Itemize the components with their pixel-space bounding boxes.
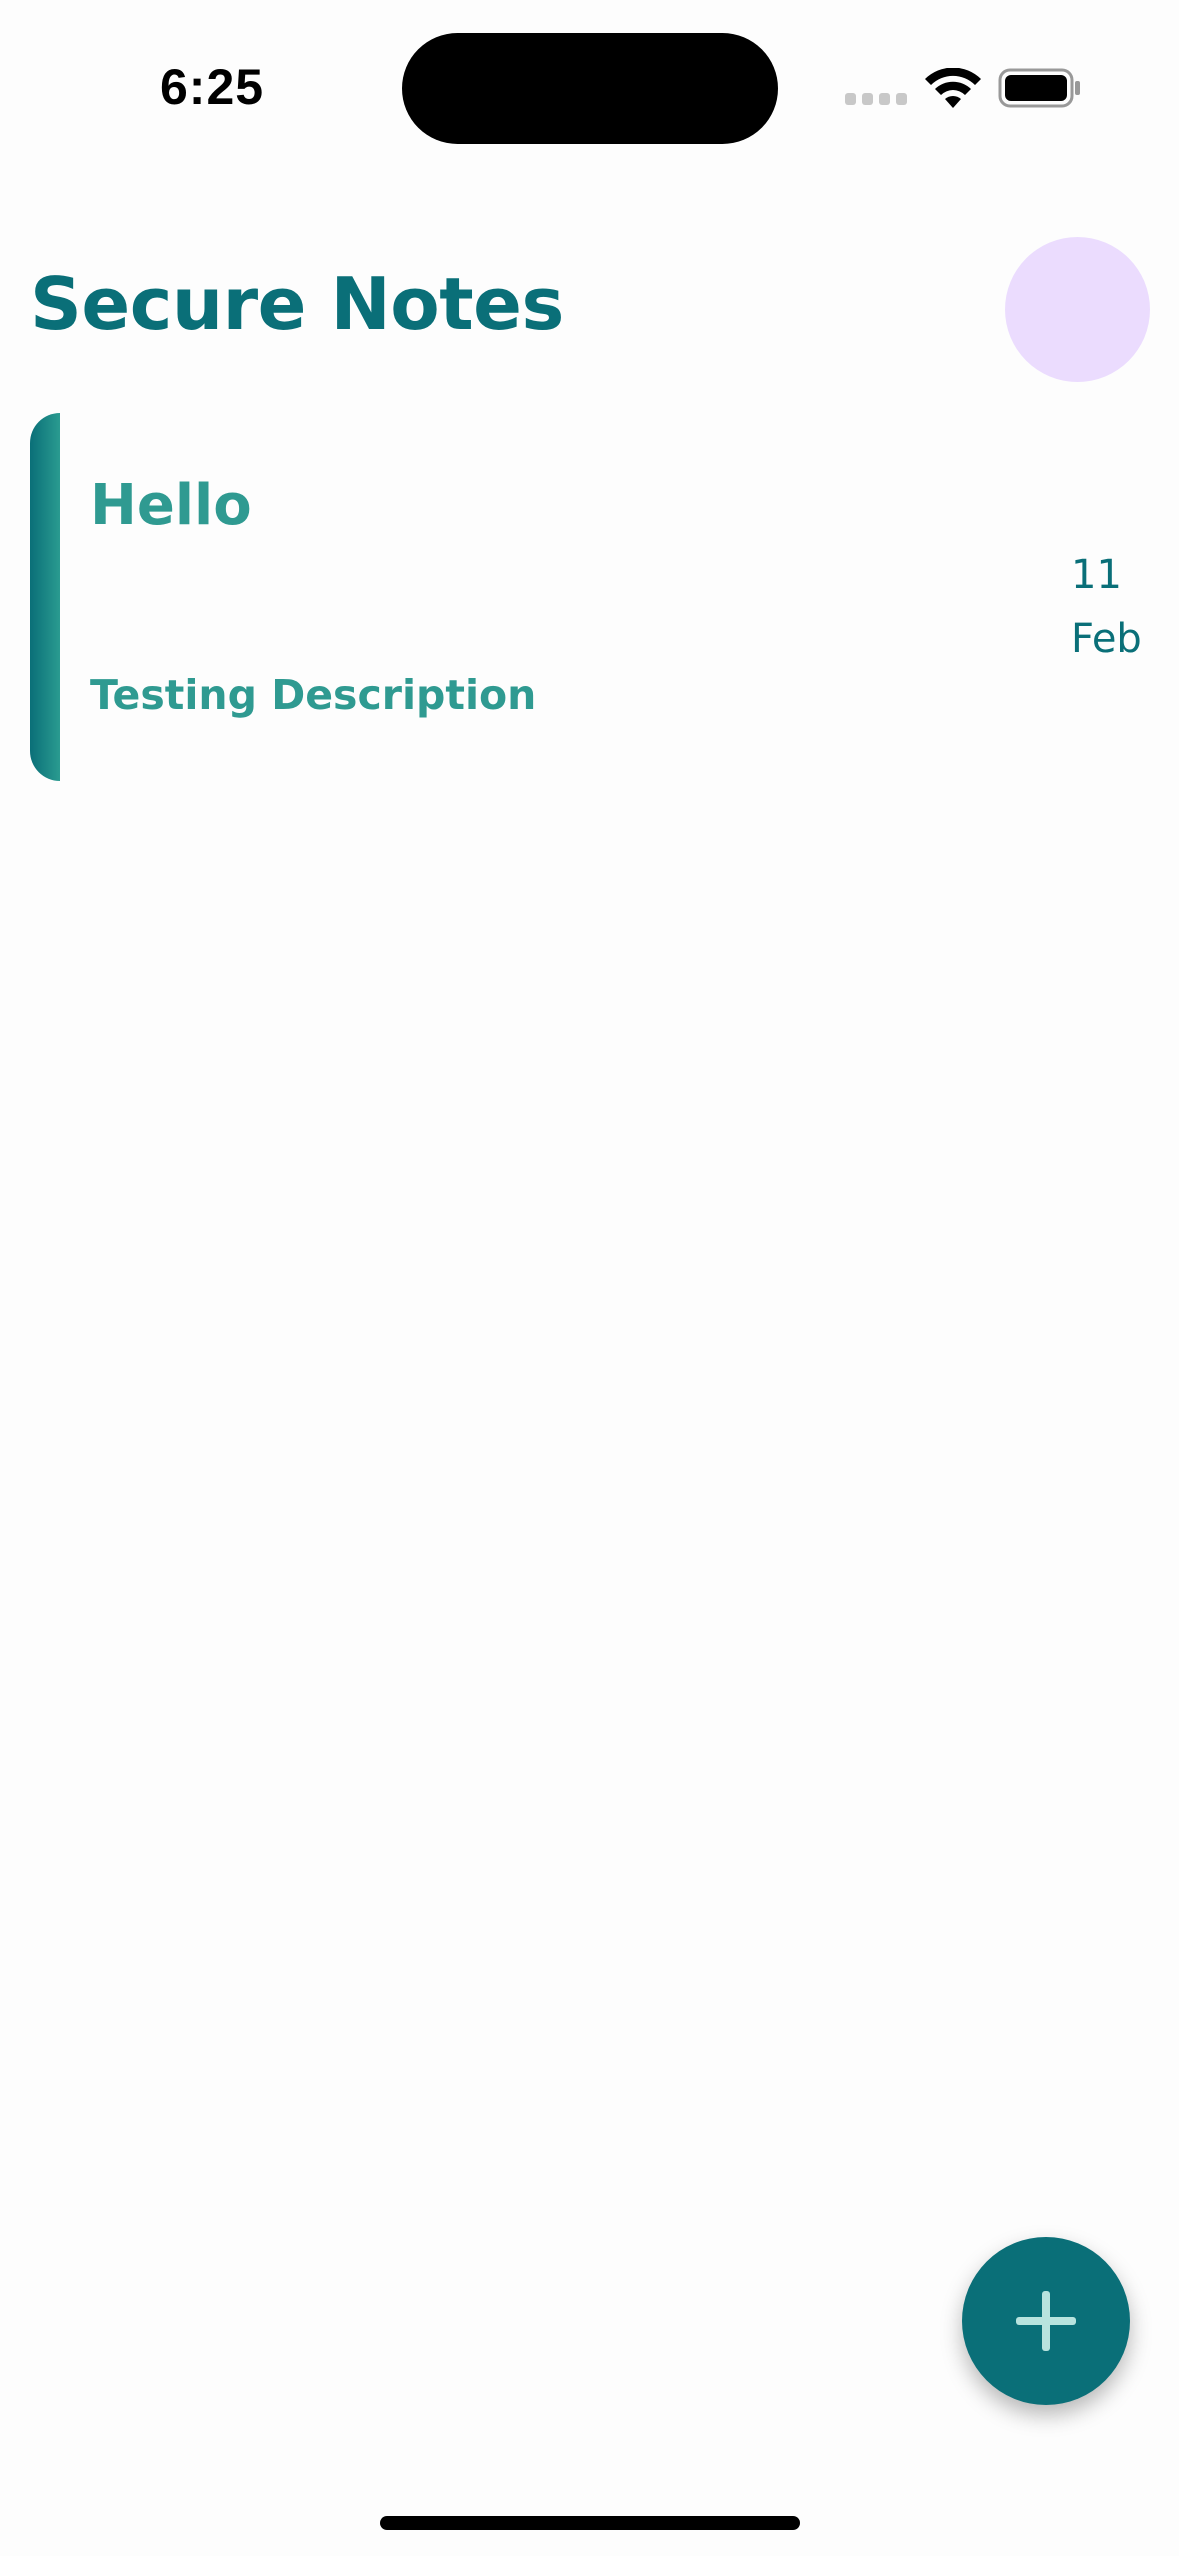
note-card[interactable]: Hello Testing Description 11 Feb (30, 413, 1160, 781)
wifi-icon (925, 68, 981, 108)
note-date-month: Feb (1071, 616, 1142, 662)
avatar[interactable] (1005, 237, 1150, 382)
note-date-day: 11 (1071, 552, 1122, 598)
note-description: Testing Description (90, 671, 537, 719)
page-title: Secure Notes (30, 262, 564, 346)
status-bar: 6:25 (0, 0, 1179, 150)
home-indicator[interactable] (380, 2516, 800, 2530)
note-accent-bar (30, 413, 60, 781)
dynamic-island (402, 33, 778, 144)
plus-icon (1016, 2291, 1076, 2351)
add-note-button[interactable] (962, 2237, 1130, 2405)
note-title: Hello (90, 473, 252, 538)
status-time: 6:25 (160, 59, 265, 115)
battery-icon (998, 68, 1080, 108)
note-date: 11 Feb (1071, 543, 1171, 671)
cellular-signal-icon (845, 93, 907, 105)
